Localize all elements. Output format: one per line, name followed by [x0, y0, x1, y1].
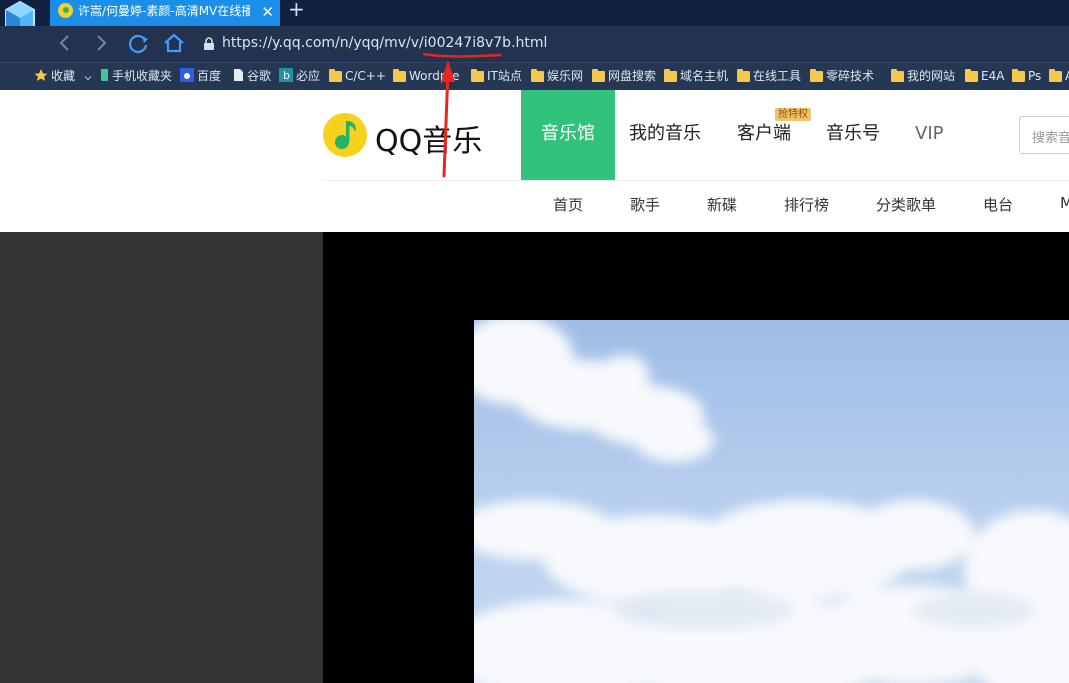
bookmark-folder-wordpress[interactable]: Wordpre [393, 68, 460, 84]
bookmark-label: 我的网站 [907, 69, 956, 83]
folder-icon [965, 69, 978, 82]
bookmark-label: 在线工具 [753, 69, 802, 83]
chevron-down-icon[interactable] [84, 74, 92, 82]
folder-icon [737, 69, 750, 82]
nav-vip[interactable]: VIP [915, 90, 943, 180]
bookmark-folder-it-sites[interactable]: IT站点 [471, 68, 522, 84]
bookmark-label: E4A [981, 69, 1005, 83]
bookmark-label: 手机收藏夹 [112, 69, 173, 83]
bookmark-label: 网盘搜索 [608, 69, 657, 83]
subnav-singers[interactable]: 歌手 [630, 194, 660, 215]
nav-music-account[interactable]: 音乐号 [826, 90, 880, 180]
phone-icon [101, 69, 108, 81]
bookmark-label: 必应 [296, 69, 321, 83]
lock-icon[interactable] [202, 37, 216, 51]
folder-icon [891, 69, 904, 82]
bookmark-label: Ps [1028, 69, 1042, 83]
folder-icon [393, 69, 406, 82]
bookmark-folder-overflow[interactable]: A [1049, 68, 1069, 84]
bookmark-mobile[interactable]: 手机收藏夹 [100, 68, 172, 84]
bookmark-folder-entertainment[interactable]: 娱乐网 [531, 68, 583, 84]
search-input[interactable]: 搜索音乐 [1019, 116, 1069, 154]
qq-music-logo-icon[interactable] [322, 112, 368, 158]
star-icon [34, 69, 48, 81]
svg-text:b: b [283, 69, 290, 82]
subnav-new-albums[interactable]: 新碟 [707, 194, 737, 215]
site-header: QQ音乐 音乐馆 我的音乐 客户端 抢特权 音乐号 VIP 搜索音乐 [0, 90, 1069, 180]
back-arrow-icon[interactable] [52, 30, 78, 56]
nav-my-music[interactable]: 我的音乐 [629, 90, 701, 180]
subnav-radio[interactable]: 电台 [983, 194, 1013, 215]
baidu-icon [180, 68, 194, 82]
bookmark-folder-e4a[interactable]: E4A [965, 68, 1004, 84]
subnav-home[interactable]: 首页 [553, 194, 583, 215]
folder-icon [664, 69, 677, 82]
bookmark-favorites[interactable]: 收藏 [34, 68, 95, 84]
browser-title-bar: 许嵩/何曼婷-素颜-高清MV在线播放 ✕ + [0, 0, 1069, 40]
bookmark-label: Wordpre [409, 69, 460, 83]
home-icon[interactable] [161, 30, 187, 56]
new-tab-plus-icon[interactable]: + [288, 0, 305, 21]
privilege-badge[interactable]: 抢特权 [775, 108, 811, 121]
browser-nav-bar: https://y.qq.com/n/yqq/mv/v/i00247i8v7b.… [0, 26, 1069, 62]
bookmark-label: 娱乐网 [547, 69, 584, 83]
bookmark-folder-cpp[interactable]: C/C++ [329, 68, 386, 84]
folder-icon [592, 69, 605, 82]
bookmarks-bar: 收藏 手机收藏夹 百度 谷歌 b 必应 C/C++ Wordpre IT站点 娱乐… [0, 62, 1069, 90]
bookmark-folder-misc-tech[interactable]: 零碎技术 [810, 68, 874, 84]
bookmark-folder-online-tools[interactable]: 在线工具 [737, 68, 801, 84]
browser-tab-active[interactable]: 许嵩/何曼婷-素颜-高清MV在线播放 ✕ [50, 0, 280, 26]
bookmark-label: 零碎技术 [826, 69, 875, 83]
site-logo-text[interactable]: QQ音乐 [375, 116, 482, 160]
address-bar[interactable]: https://y.qq.com/n/yqq/mv/v/i00247i8v7b.… [194, 30, 1069, 58]
nav-music-hall[interactable]: 音乐馆 [521, 90, 615, 180]
bookmark-folder-domain-host[interactable]: 域名主机 [664, 68, 728, 84]
bookmark-label: A [1065, 69, 1069, 83]
bookmark-label: 收藏 [51, 69, 76, 83]
subnav-mv[interactable]: M [1060, 194, 1069, 212]
refresh-icon[interactable] [125, 30, 151, 56]
bookmark-label: 百度 [197, 69, 222, 83]
video-player[interactable] [323, 232, 1069, 683]
bing-icon: b [279, 68, 293, 82]
tab-close-icon[interactable]: ✕ [261, 1, 274, 23]
folder-icon [1012, 69, 1025, 82]
folder-icon [1049, 69, 1062, 82]
bookmark-folder-pan-search[interactable]: 网盘搜索 [592, 68, 656, 84]
bookmark-folder-ps[interactable]: Ps [1012, 68, 1041, 84]
forward-arrow-icon[interactable] [88, 30, 114, 56]
bookmark-label: 谷歌 [247, 69, 272, 83]
folder-icon [329, 69, 342, 82]
bookmark-label: 域名主机 [680, 69, 729, 83]
folder-icon [471, 69, 484, 82]
video-frame-sky-image[interactable] [474, 320, 1069, 683]
url-text[interactable]: https://y.qq.com/n/yqq/mv/v/i00247i8v7b.… [222, 35, 547, 51]
subnav-playlists[interactable]: 分类歌单 [876, 194, 936, 215]
tab-title: 许嵩/何曼婷-素颜-高清MV在线播放 [78, 4, 250, 18]
bookmark-folder-my-sites[interactable]: 我的网站 [891, 68, 955, 84]
nav-client[interactable]: 客户端 [737, 90, 791, 180]
bookmark-bing[interactable]: b 必应 [279, 68, 320, 84]
page-icon [234, 69, 243, 81]
search-placeholder: 搜索音乐 [1032, 131, 1069, 146]
mv-player-area [0, 232, 1069, 683]
qq-music-favicon-icon [58, 3, 73, 18]
bookmark-google[interactable]: 谷歌 [233, 68, 271, 84]
folder-icon [531, 69, 544, 82]
bookmark-label: IT站点 [487, 69, 522, 83]
header-divider [322, 180, 1069, 181]
subnav-charts[interactable]: 排行榜 [784, 194, 829, 215]
folder-icon [810, 69, 823, 82]
bookmark-label: C/C++ [345, 69, 386, 83]
web-page: QQ音乐 音乐馆 我的音乐 客户端 抢特权 音乐号 VIP 搜索音乐 首页 歌手… [0, 90, 1069, 683]
bookmark-baidu[interactable]: 百度 [180, 68, 221, 84]
